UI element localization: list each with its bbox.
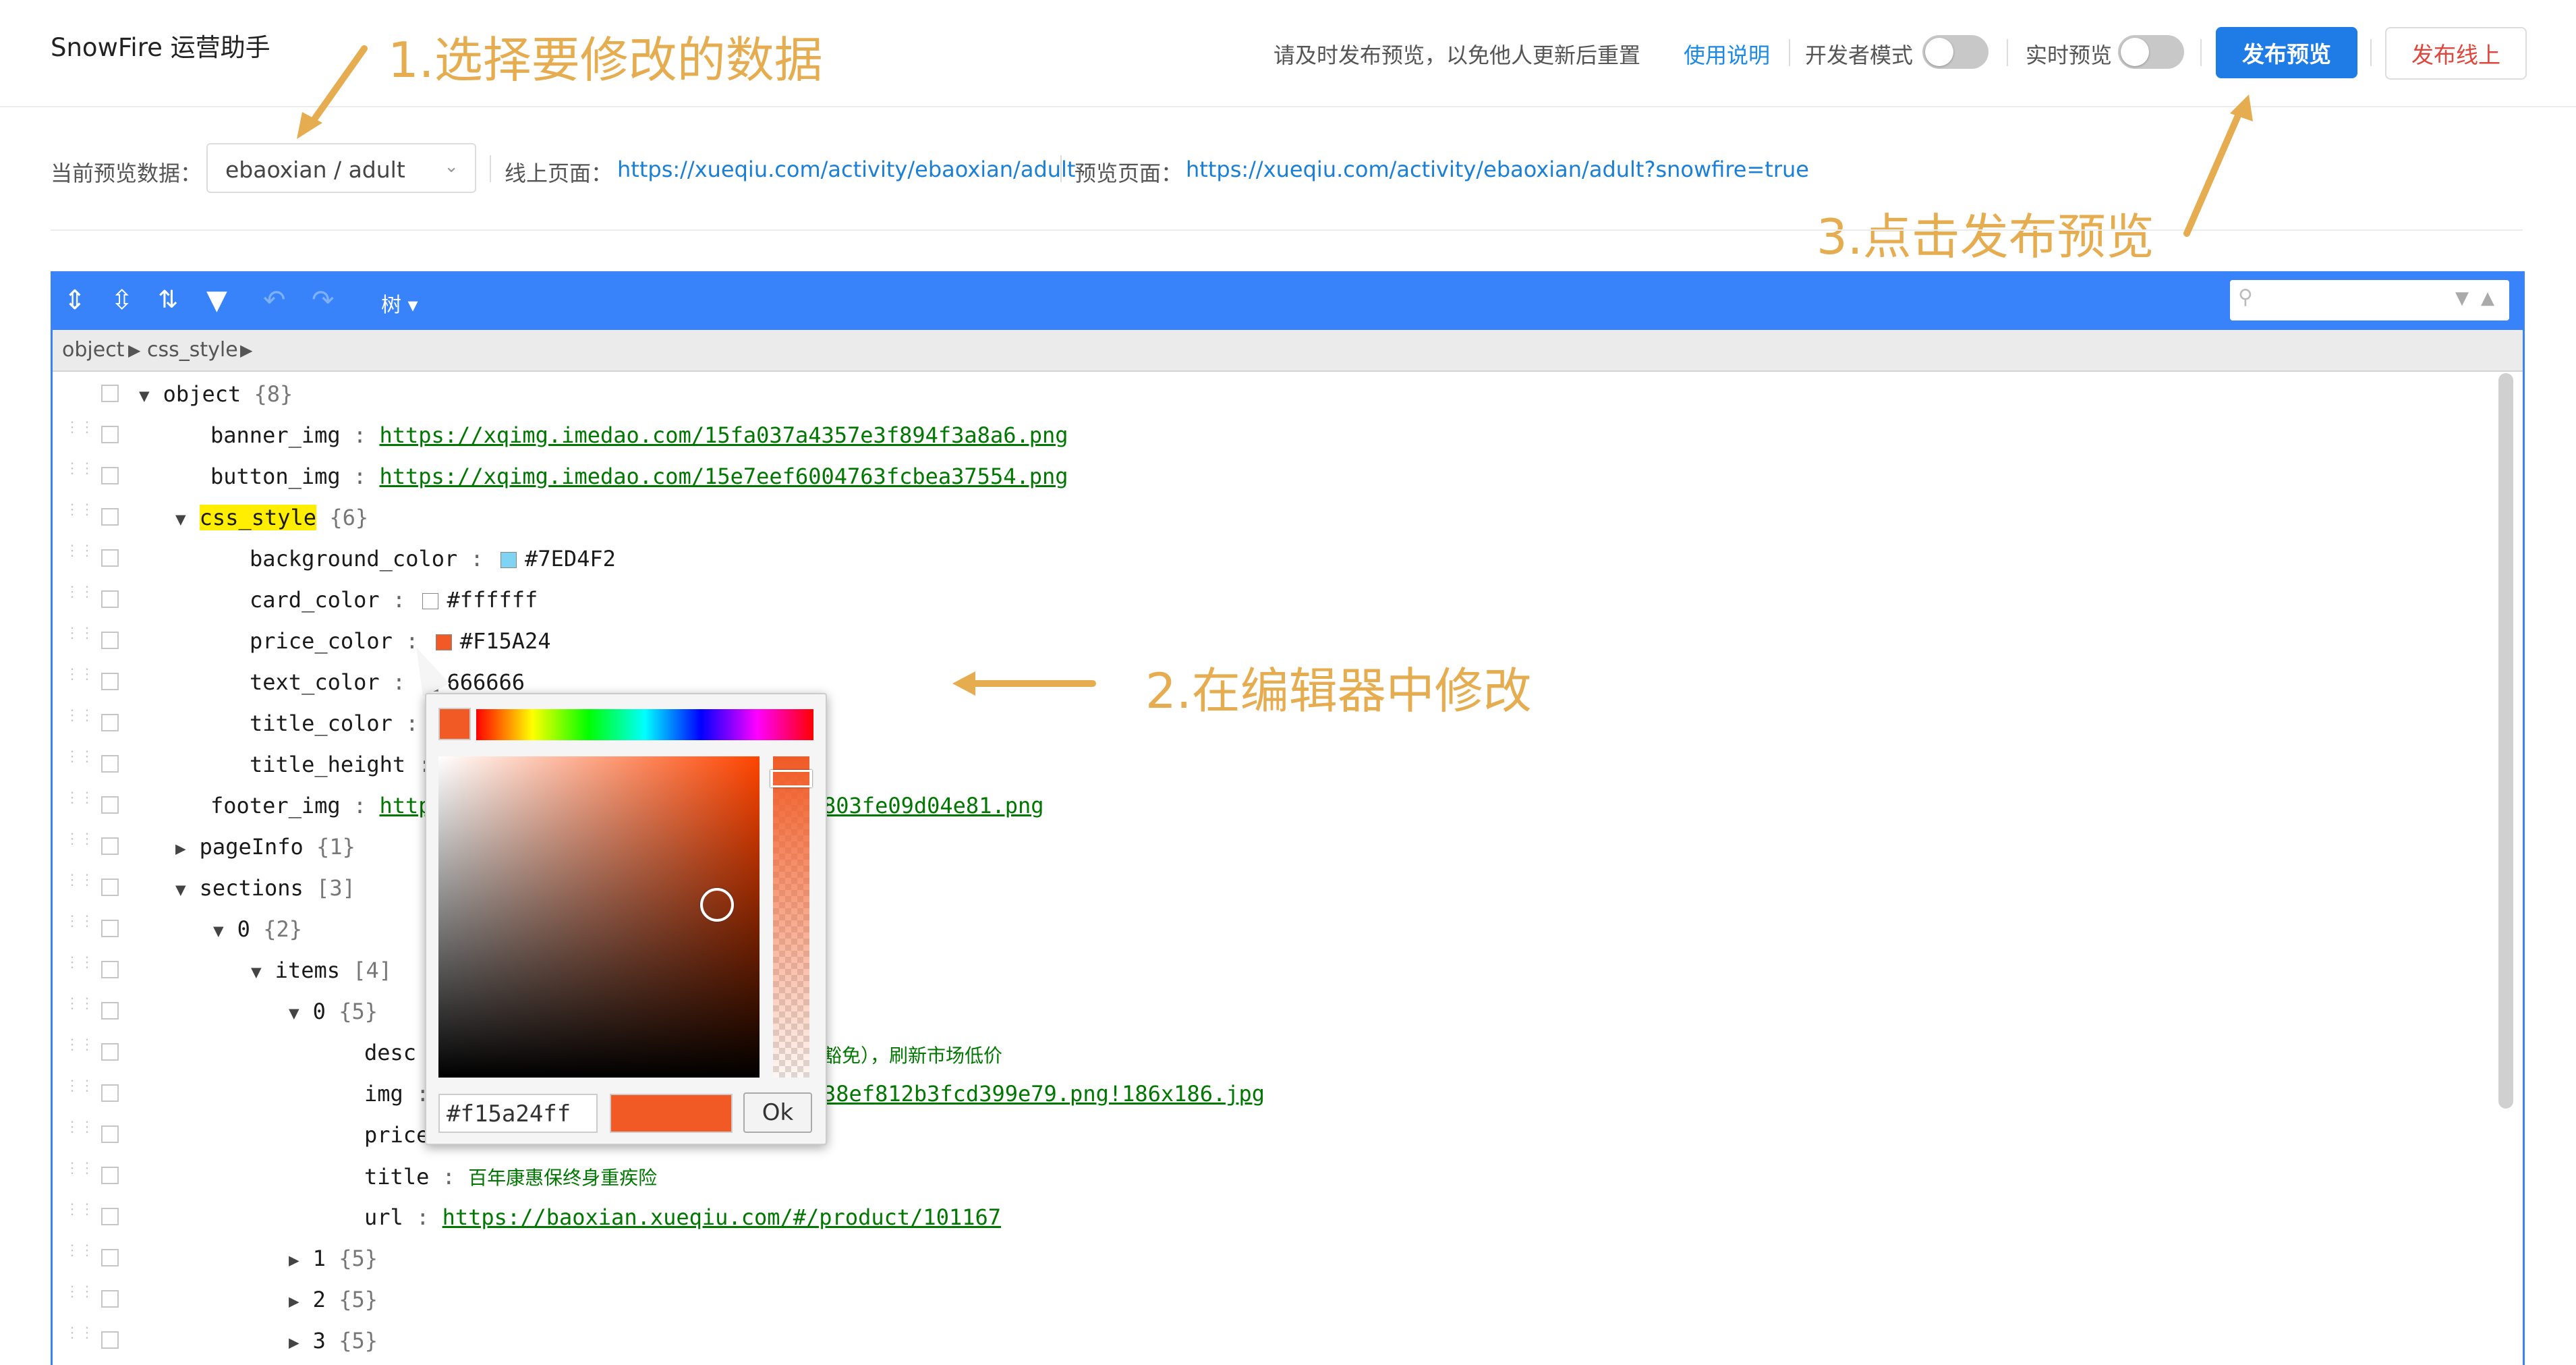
arrow-head-step-3: [2230, 94, 2253, 121]
arrow-step-1: [306, 45, 368, 130]
arrow-step-3: [2183, 106, 2244, 237]
arrow-head-step-2: [952, 671, 975, 696]
annotation-arrows: [297, 45, 2253, 696]
